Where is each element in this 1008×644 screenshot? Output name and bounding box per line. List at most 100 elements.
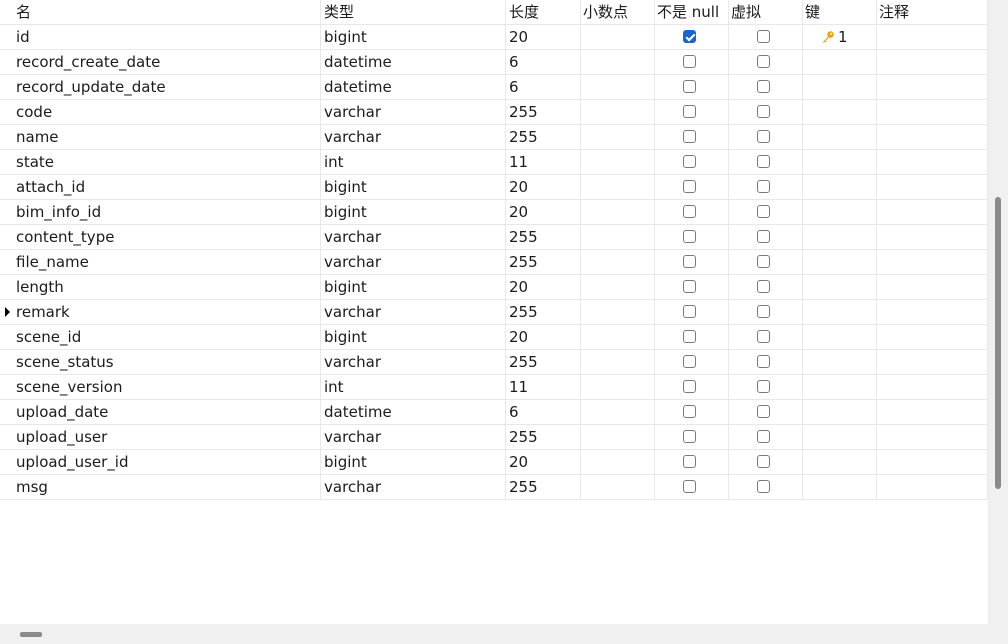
field-type-cell[interactable]: bigint xyxy=(321,275,506,299)
field-decimal-cell[interactable] xyxy=(581,475,655,499)
not-null-checkbox[interactable] xyxy=(683,230,696,243)
field-name-cell[interactable]: scene_id xyxy=(0,325,321,349)
not-null-cell[interactable] xyxy=(655,250,729,274)
field-name-cell[interactable]: content_type xyxy=(0,225,321,249)
virtual-checkbox[interactable] xyxy=(757,130,770,143)
comment-cell[interactable] xyxy=(877,350,988,374)
field-length-cell[interactable]: 255 xyxy=(506,100,581,124)
key-cell[interactable] xyxy=(803,450,877,474)
not-null-cell[interactable] xyxy=(655,325,729,349)
vertical-scrollbar-thumb[interactable] xyxy=(995,197,1001,489)
key-cell[interactable] xyxy=(803,125,877,149)
key-cell[interactable] xyxy=(803,50,877,74)
column-header-comment[interactable]: 注释 xyxy=(877,0,988,24)
horizontal-scrollbar[interactable] xyxy=(0,624,1008,644)
table-row[interactable]: scene_version int 11 xyxy=(0,375,988,400)
not-null-checkbox[interactable] xyxy=(683,330,696,343)
virtual-cell[interactable] xyxy=(729,100,803,124)
column-header-virtual[interactable]: 虚拟 xyxy=(729,0,803,24)
field-name-cell[interactable]: attach_id xyxy=(0,175,321,199)
key-cell[interactable] xyxy=(803,200,877,224)
field-name-cell[interactable]: code xyxy=(0,100,321,124)
field-length-cell[interactable]: 255 xyxy=(506,350,581,374)
key-cell[interactable] xyxy=(803,425,877,449)
comment-cell[interactable] xyxy=(877,450,988,474)
table-row[interactable]: length bigint 20 xyxy=(0,275,988,300)
field-type-cell[interactable]: varchar xyxy=(321,125,506,149)
comment-cell[interactable] xyxy=(877,375,988,399)
field-type-cell[interactable]: varchar xyxy=(321,300,506,324)
virtual-cell[interactable] xyxy=(729,175,803,199)
not-null-checkbox[interactable] xyxy=(683,430,696,443)
not-null-checkbox[interactable] xyxy=(683,105,696,118)
field-decimal-cell[interactable] xyxy=(581,175,655,199)
key-cell[interactable]: 1 xyxy=(803,25,877,49)
key-cell[interactable] xyxy=(803,375,877,399)
field-name-cell[interactable]: name xyxy=(0,125,321,149)
not-null-checkbox[interactable] xyxy=(683,180,696,193)
field-length-cell[interactable]: 20 xyxy=(506,325,581,349)
field-name-cell[interactable]: length xyxy=(0,275,321,299)
virtual-checkbox[interactable] xyxy=(757,480,770,493)
not-null-checkbox[interactable] xyxy=(683,255,696,268)
virtual-checkbox[interactable] xyxy=(757,230,770,243)
field-name-cell[interactable]: state xyxy=(0,150,321,174)
field-length-cell[interactable]: 11 xyxy=(506,150,581,174)
virtual-cell[interactable] xyxy=(729,375,803,399)
not-null-cell[interactable] xyxy=(655,300,729,324)
not-null-cell[interactable] xyxy=(655,475,729,499)
field-length-cell[interactable]: 20 xyxy=(506,25,581,49)
column-header-name[interactable]: 名 xyxy=(0,0,321,24)
field-decimal-cell[interactable] xyxy=(581,75,655,99)
column-header-key[interactable]: 键 xyxy=(803,0,877,24)
key-cell[interactable] xyxy=(803,175,877,199)
field-decimal-cell[interactable] xyxy=(581,450,655,474)
virtual-checkbox[interactable] xyxy=(757,155,770,168)
not-null-checkbox[interactable] xyxy=(683,155,696,168)
key-cell[interactable] xyxy=(803,400,877,424)
table-row[interactable]: file_name varchar 255 xyxy=(0,250,988,275)
comment-cell[interactable] xyxy=(877,50,988,74)
comment-cell[interactable] xyxy=(877,325,988,349)
field-type-cell[interactable]: int xyxy=(321,150,506,174)
virtual-checkbox[interactable] xyxy=(757,180,770,193)
not-null-cell[interactable] xyxy=(655,225,729,249)
field-length-cell[interactable]: 255 xyxy=(506,225,581,249)
comment-cell[interactable] xyxy=(877,425,988,449)
column-header-length[interactable]: 长度 xyxy=(506,0,581,24)
field-name-cell[interactable]: upload_user_id xyxy=(0,450,321,474)
field-length-cell[interactable]: 255 xyxy=(506,125,581,149)
not-null-cell[interactable] xyxy=(655,175,729,199)
field-name-cell[interactable]: id xyxy=(0,25,321,49)
table-row[interactable]: code varchar 255 xyxy=(0,100,988,125)
not-null-cell[interactable] xyxy=(655,150,729,174)
field-length-cell[interactable]: 20 xyxy=(506,200,581,224)
key-cell[interactable] xyxy=(803,350,877,374)
comment-cell[interactable] xyxy=(877,150,988,174)
not-null-checkbox[interactable] xyxy=(683,205,696,218)
vertical-scrollbar[interactable] xyxy=(988,0,1008,624)
not-null-cell[interactable] xyxy=(655,25,729,49)
field-name-cell[interactable]: record_create_date xyxy=(0,50,321,74)
not-null-cell[interactable] xyxy=(655,75,729,99)
comment-cell[interactable] xyxy=(877,200,988,224)
field-length-cell[interactable]: 6 xyxy=(506,50,581,74)
virtual-cell[interactable] xyxy=(729,250,803,274)
field-name-cell[interactable]: upload_user xyxy=(0,425,321,449)
virtual-checkbox[interactable] xyxy=(757,205,770,218)
table-row[interactable]: state int 11 xyxy=(0,150,988,175)
not-null-checkbox[interactable] xyxy=(683,55,696,68)
field-decimal-cell[interactable] xyxy=(581,400,655,424)
virtual-checkbox[interactable] xyxy=(757,55,770,68)
key-cell[interactable] xyxy=(803,300,877,324)
field-name-cell[interactable]: bim_info_id xyxy=(0,200,321,224)
virtual-checkbox[interactable] xyxy=(757,355,770,368)
not-null-checkbox[interactable] xyxy=(683,455,696,468)
field-decimal-cell[interactable] xyxy=(581,125,655,149)
field-decimal-cell[interactable] xyxy=(581,375,655,399)
field-type-cell[interactable]: datetime xyxy=(321,75,506,99)
table-row[interactable]: scene_id bigint 20 xyxy=(0,325,988,350)
field-decimal-cell[interactable] xyxy=(581,250,655,274)
table-row[interactable]: id bigint 20 1 xyxy=(0,25,988,50)
comment-cell[interactable] xyxy=(877,300,988,324)
